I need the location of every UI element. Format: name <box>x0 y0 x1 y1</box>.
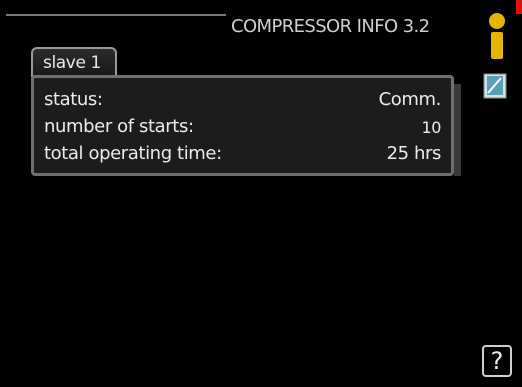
top-divider-line <box>6 14 226 16</box>
info-row-status: status: Comm. <box>44 89 441 115</box>
status-indicator <box>516 0 522 14</box>
info-row-number-of-starts: number of starts: 10 <box>44 116 441 142</box>
row-label: total operating time: <box>44 143 222 164</box>
book-icon[interactable] <box>483 73 507 99</box>
row-value: 10 <box>421 118 441 137</box>
info-row-total-operating-time: total operating time: 25 hrs <box>44 143 441 169</box>
page-title: COMPRESSOR INFO 3.2 <box>231 16 430 37</box>
tab-label: slave 1 <box>43 53 101 73</box>
row-label: number of starts: <box>44 116 194 137</box>
row-value: 25 hrs <box>386 143 442 164</box>
row-label: status: <box>44 89 103 110</box>
compressor-info-panel: status: Comm. number of starts: 10 total… <box>31 75 461 176</box>
row-value: Comm. <box>378 89 442 110</box>
info-icon[interactable] <box>485 12 509 60</box>
help-button[interactable]: ? <box>482 345 512 377</box>
tab-slave[interactable]: slave 1 <box>31 47 117 77</box>
